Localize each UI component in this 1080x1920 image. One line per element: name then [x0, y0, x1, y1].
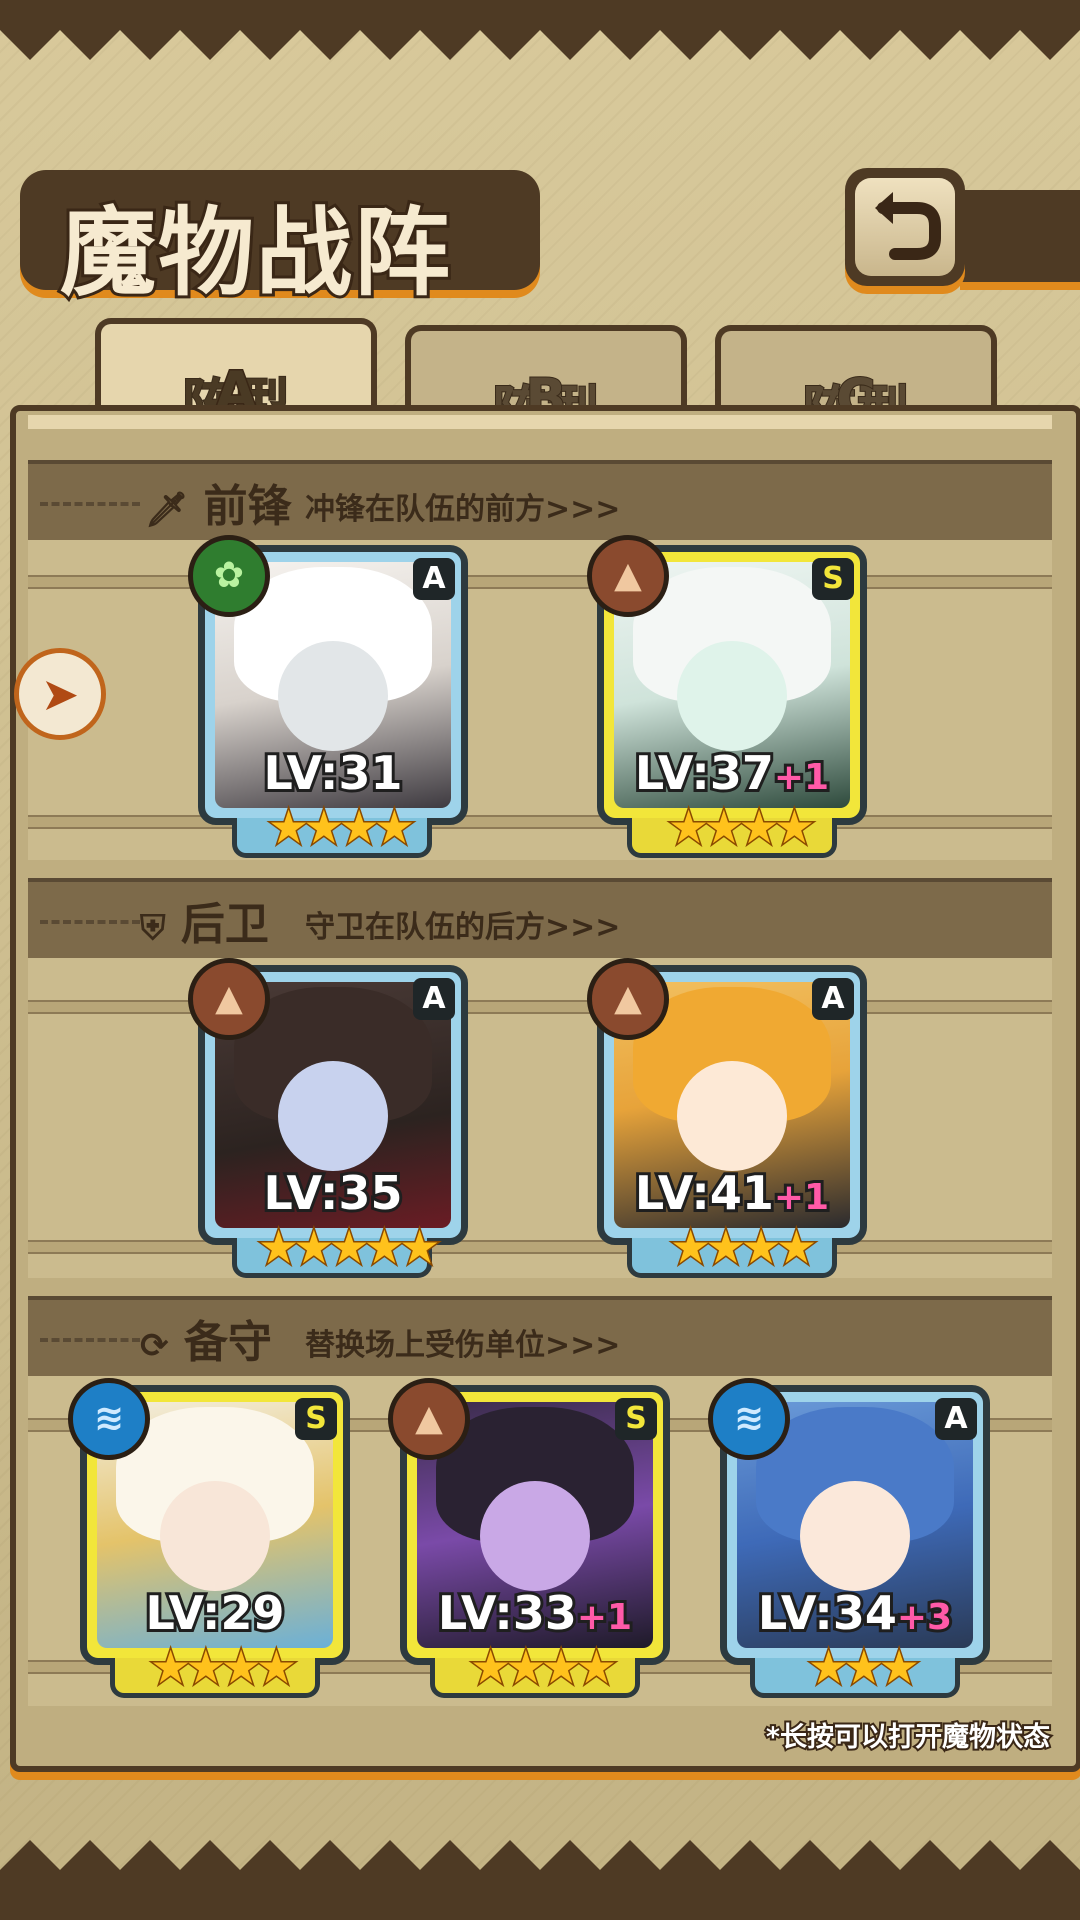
rank-badge: A — [413, 558, 455, 600]
rank-badge: A — [935, 1398, 977, 1440]
bottom-border — [0, 1840, 1080, 1920]
rock-icon: ▲ — [388, 1378, 470, 1460]
shield-icon: ⛨ — [140, 908, 166, 948]
portrait-face — [800, 1480, 910, 1591]
portrait-face — [480, 1480, 590, 1591]
star-rating: ★★★★ — [669, 1219, 819, 1276]
back-button-face — [855, 178, 955, 276]
page-title: 魔物战阵 — [57, 194, 453, 312]
row-rail — [28, 1240, 1052, 1254]
star-rating: ★★★★ — [267, 799, 417, 856]
tabs-rail — [28, 415, 1052, 429]
rock-icon: ▲ — [188, 958, 270, 1040]
unit-level: LV:41+1 — [632, 1163, 832, 1223]
rank-badge: S — [295, 1398, 337, 1440]
header-rail — [960, 190, 1080, 282]
water-icon: ≋ — [68, 1378, 150, 1460]
section-front-subtitle: 冲锋在队伍的前方>>> — [305, 492, 621, 527]
unit-level: LV:37+1 — [632, 743, 832, 803]
row-rail — [28, 1000, 1052, 1014]
star-rating: ★★★★ — [667, 799, 817, 856]
portrait-face — [677, 1060, 787, 1171]
rank-badge: A — [812, 978, 854, 1020]
top-border — [0, 0, 1080, 60]
star-rating: ★★★ — [807, 1639, 922, 1696]
portrait-face — [677, 640, 787, 751]
expand-side-button[interactable]: ➤ — [14, 648, 106, 740]
unit-level: LV:34+3 — [755, 1583, 955, 1643]
unit-level: LV:31 — [261, 743, 406, 803]
row-rail — [28, 575, 1052, 589]
rank-badge: S — [812, 558, 854, 600]
back-arrow-icon — [875, 192, 941, 260]
portrait-face — [278, 640, 388, 751]
star-rating: ★★★★ — [149, 1639, 299, 1696]
star-rating: ★★★★★ — [256, 1219, 441, 1276]
long-press-hint: *长按可以打开魔物状态 — [764, 1720, 1052, 1755]
star-rating: ★★★★ — [469, 1639, 619, 1696]
grass-icon: ✿ — [188, 535, 270, 617]
water-icon: ≋ — [708, 1378, 790, 1460]
section-rear-title: ⛨ 后卫 — [140, 899, 269, 950]
rank-badge: S — [615, 1398, 657, 1440]
row-rail — [28, 815, 1052, 829]
divider — [40, 1338, 140, 1342]
portrait-face — [278, 1060, 388, 1171]
unit-level: LV:33+1 — [435, 1583, 635, 1643]
unit-level: LV:35 — [261, 1163, 406, 1223]
unit-level: LV:29 — [143, 1583, 288, 1643]
divider — [40, 920, 140, 924]
rank-badge: A — [413, 978, 455, 1020]
portrait-face — [160, 1480, 270, 1591]
back-button[interactable] — [845, 168, 965, 286]
rock-icon: ▲ — [587, 535, 669, 617]
section-rear-subtitle: 守卫在队伍的后方>>> — [305, 910, 621, 945]
rock-icon: ▲ — [587, 958, 669, 1040]
section-reserve-title: ⟳ 备守 — [140, 1317, 272, 1368]
section-front-title: 🗡 前锋 — [145, 481, 292, 532]
section-reserve-subtitle: 替换场上受伤单位>>> — [305, 1328, 621, 1363]
divider — [40, 502, 140, 506]
refresh-icon: ⟳ — [140, 1326, 169, 1366]
sword-icon: 🗡 — [145, 490, 189, 530]
